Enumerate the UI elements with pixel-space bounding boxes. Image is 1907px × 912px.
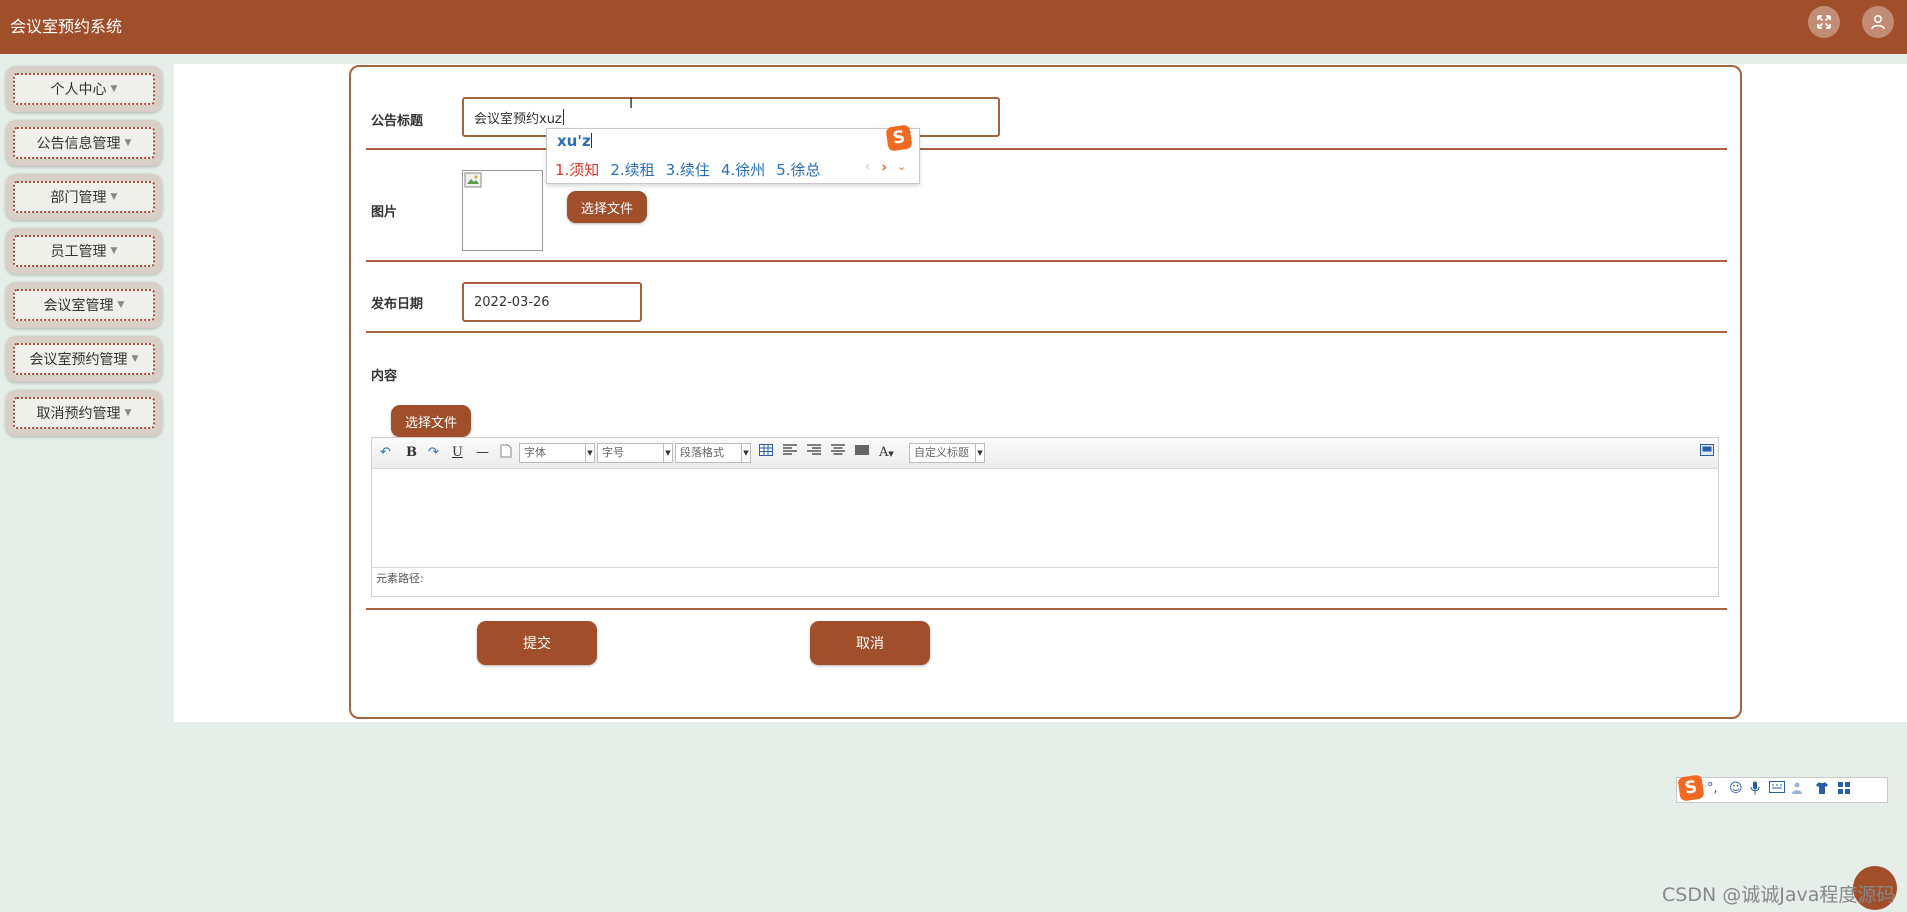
dropdown-arrow-icon: ▼ [585, 444, 594, 462]
caret-down-icon: ▼ [124, 138, 132, 148]
font-family-select-value: 字体 [524, 446, 546, 459]
editor-content-area[interactable] [372, 469, 1718, 567]
align-left-icon[interactable] [783, 444, 797, 462]
editor-toolbar: ↶ B ↷ U — 字体 ▼ 字号 ▼ 段落格式 ▼ A▼ 自定义标题 ▼ [372, 438, 1718, 469]
submit-button[interactable]: 提交 [477, 621, 597, 665]
editor-element-path: 元素路径: [372, 567, 1718, 590]
text-cursor-icon: I [629, 96, 634, 112]
bold-button[interactable]: B [406, 444, 417, 462]
caret-down-icon: ▼ [110, 246, 118, 256]
date-input[interactable]: 2022-03-26 [462, 282, 642, 322]
sidebar-item-employee-management[interactable]: 员工管理 ▼ [6, 228, 162, 274]
sidebar-item-label: 个人中心 [50, 82, 107, 98]
paragraph-format-select-value: 段落格式 [680, 446, 724, 459]
ime-composition: xu'z [557, 132, 592, 150]
sogou-logo-icon: S [885, 124, 913, 152]
sidebar-item-label: 会议室预约管理 [29, 352, 128, 368]
toolbox-grid-icon[interactable] [1837, 781, 1851, 799]
sidebar-item-notice-management[interactable]: 公告信息管理 ▼ [6, 120, 162, 166]
document-icon[interactable] [500, 444, 512, 464]
font-color-button[interactable]: A▼ [879, 444, 894, 463]
underline-button[interactable]: U [452, 444, 463, 462]
ime-prev-page-icon[interactable]: ‹ [865, 159, 871, 175]
dropdown-arrow-icon: ▼ [975, 444, 984, 462]
rich-text-editor: ↶ B ↷ U — 字体 ▼ 字号 ▼ 段落格式 ▼ A▼ 自定义标题 ▼ 元素… [371, 437, 1719, 597]
sidebar-item-label: 取消预约管理 [36, 406, 121, 422]
row-divider [366, 608, 1727, 610]
custom-title-select-value: 自定义标题 [914, 446, 969, 459]
punctuation-icon[interactable]: °, [1707, 781, 1718, 796]
row-divider [366, 260, 1727, 262]
sidebar-item-label: 部门管理 [50, 190, 107, 206]
top-bar: 会议室预约系统 [0, 0, 1907, 54]
ime-expand-icon[interactable]: ⌄ [897, 160, 906, 173]
caret-down-icon: ▼ [131, 354, 139, 364]
sidebar-item-personal-center[interactable]: 个人中心 ▼ [6, 66, 162, 112]
title-input-value: 会议室预约xuz [474, 111, 562, 127]
broken-image-icon [464, 172, 482, 188]
sidebar-item-booking-management[interactable]: 会议室预约管理 ▼ [6, 336, 162, 382]
ime-caret [590, 133, 592, 148]
caret-down-icon: ▼ [117, 300, 125, 310]
image-label: 图片 [371, 205, 398, 220]
skin-shirt-icon[interactable] [1815, 781, 1829, 799]
sidebar-item-label: 公告信息管理 [36, 136, 121, 152]
font-color-label: A [879, 445, 889, 460]
choose-image-button[interactable]: 选择文件 [567, 191, 647, 223]
ime-composition-text: xu'z [557, 132, 591, 150]
caret-down-icon: ▼ [124, 408, 132, 418]
ime-candidate[interactable]: 4.徐州 [721, 161, 765, 179]
date-label: 发布日期 [371, 297, 424, 312]
watermark: CSDN @诚诚Java程度源码 [1662, 884, 1896, 906]
table-icon[interactable] [759, 444, 773, 462]
sidebar: 个人中心 ▼ 公告信息管理 ▼ 部门管理 ▼ 员工管理 ▼ 会议室管理 ▼ 会议室预约管理… [6, 66, 162, 444]
font-size-select[interactable]: 字号 ▼ [597, 443, 673, 463]
dropdown-arrow-icon: ▼ [663, 444, 672, 462]
caret-down-icon: ▼ [110, 192, 118, 202]
font-size-select-value: 字号 [602, 446, 624, 459]
caret-down-icon: ▼ [110, 84, 118, 94]
undo-icon[interactable]: ↶ [380, 444, 391, 462]
app-title: 会议室预约系统 [10, 17, 123, 36]
redo-icon[interactable]: ↷ [428, 444, 439, 462]
user-settings-icon[interactable] [1791, 781, 1807, 799]
title-label: 公告标题 [371, 114, 424, 129]
fullscreen-icon[interactable] [1808, 6, 1840, 38]
sidebar-item-cancel-booking-management[interactable]: 取消预约管理 ▼ [6, 390, 162, 436]
align-right-icon[interactable] [807, 444, 821, 462]
ime-candidate-popup: xu'z S 1.须知 2.续租 3.续住 4.徐州 5.徐总 ‹ › ⌄ [546, 124, 920, 184]
row-divider [366, 331, 1727, 333]
sidebar-item-department-management[interactable]: 部门管理 ▼ [6, 174, 162, 220]
content-label: 内容 [371, 369, 398, 384]
paragraph-format-select[interactable]: 段落格式 ▼ [675, 443, 751, 463]
ime-candidate[interactable]: 2.续租 [610, 161, 654, 179]
sidebar-item-room-management[interactable]: 会议室管理 ▼ [6, 282, 162, 328]
emoji-icon[interactable]: ☺ [1729, 781, 1743, 796]
dropdown-arrow-icon: ▼ [741, 444, 750, 462]
text-caret [562, 109, 564, 125]
user-icon[interactable] [1862, 6, 1894, 38]
font-family-select[interactable]: 字体 ▼ [519, 443, 595, 463]
dropdown-arrow-icon: ▼ [888, 450, 894, 458]
content-choose-file-button[interactable]: 选择文件 [391, 405, 471, 437]
custom-title-select[interactable]: 自定义标题 ▼ [909, 443, 985, 463]
keyboard-icon[interactable] [1769, 781, 1785, 797]
ime-status-bar: 中 °, ☺ [1676, 777, 1888, 803]
ime-next-page-icon[interactable]: › [881, 158, 887, 176]
sidebar-item-label: 会议室管理 [43, 298, 114, 314]
align-center-icon[interactable] [831, 444, 845, 462]
sogou-logo-icon[interactable]: S [1677, 774, 1705, 802]
sidebar-item-label: 员工管理 [50, 244, 107, 260]
ime-candidate[interactable]: 5.徐总 [776, 161, 820, 179]
source-view-icon[interactable] [1700, 444, 1714, 462]
ime-candidate[interactable]: 1.须知 [555, 161, 599, 179]
microphone-icon[interactable] [1750, 781, 1760, 799]
ime-candidate[interactable]: 3.续住 [666, 161, 710, 179]
ime-candidates: 1.须知 2.续租 3.续住 4.徐州 5.徐总 [555, 159, 832, 180]
cancel-button[interactable]: 取消 [810, 621, 930, 665]
image-preview [462, 170, 543, 251]
justify-icon[interactable] [855, 444, 869, 462]
horizontal-rule-button[interactable]: — [476, 444, 489, 462]
